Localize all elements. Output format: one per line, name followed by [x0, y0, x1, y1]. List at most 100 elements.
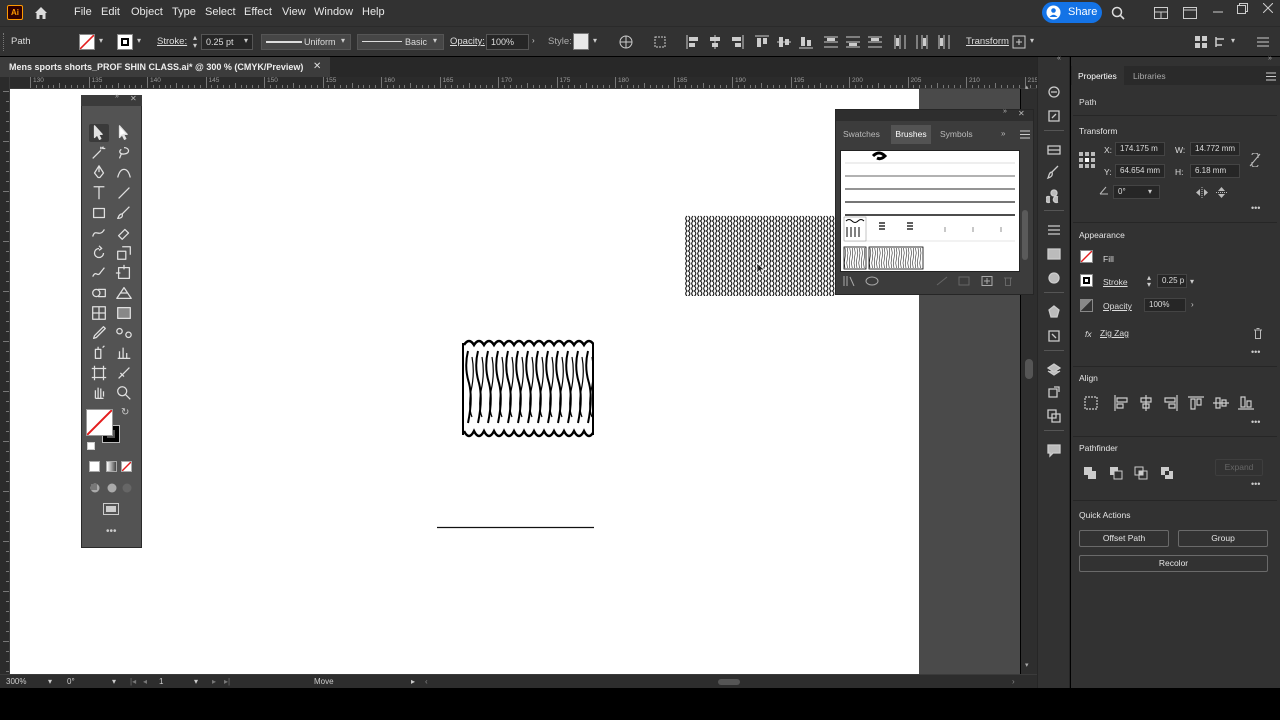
panel-options-icon[interactable] [1020, 130, 1030, 139]
rotation-dropdown-icon[interactable]: ▾ [112, 677, 116, 686]
transform-more-icon[interactable]: ••• [1251, 203, 1260, 213]
menu-window[interactable]: Window [314, 0, 353, 26]
scale-tool-icon[interactable] [114, 244, 134, 262]
scroll-thumb[interactable] [1025, 359, 1033, 379]
artboards-icon[interactable] [1046, 142, 1062, 158]
type-tool-icon[interactable] [89, 184, 109, 202]
menu-view[interactable]: View [282, 0, 306, 26]
prop-align-right-icon[interactable] [1163, 395, 1179, 411]
opacity-arrow-icon[interactable]: › [532, 36, 535, 45]
shape-builder-tool-icon[interactable] [89, 284, 109, 302]
gradient-mode-icon[interactable] [106, 461, 117, 472]
first-artboard-icon[interactable]: |◂ [130, 675, 136, 689]
tab-symbols[interactable]: Symbols [940, 125, 973, 144]
collapse-panel-icon[interactable]: » [1003, 108, 1007, 115]
profile-dropdown-icon[interactable]: ▾ [341, 36, 345, 45]
stroke-label[interactable]: Stroke: [157, 27, 187, 57]
distribute-right-icon[interactable] [937, 35, 951, 49]
gradient-panel-icon[interactable] [1046, 246, 1062, 262]
fill-color-box[interactable] [86, 409, 113, 436]
prop-align-vcenter-icon[interactable] [1213, 395, 1229, 411]
brush-definition[interactable]: Basic [357, 34, 444, 50]
share-button[interactable]: Share [1042, 2, 1102, 23]
vertical-ruler[interactable] [0, 77, 10, 682]
brush-tile-icon[interactable] [879, 222, 885, 230]
arrange-dropdown-icon[interactable]: ▾ [1231, 36, 1235, 45]
rib-pattern-swatch[interactable] [462, 337, 594, 443]
symbols-icon[interactable] [1046, 188, 1062, 204]
last-artboard-icon[interactable]: ▸| [224, 675, 230, 689]
artboards-panel-icon[interactable] [1046, 408, 1062, 424]
tab-libraries[interactable]: Libraries [1133, 71, 1166, 81]
close-tab-icon[interactable]: ✕ [313, 57, 321, 76]
props-collapse-icon[interactable]: » [1268, 55, 1272, 62]
constrain-proportions-icon[interactable] [1249, 153, 1261, 167]
h-field[interactable]: 6.18 mm [1190, 164, 1240, 178]
brushes-icon[interactable] [1046, 164, 1062, 180]
eyedropper-tool-icon[interactable] [89, 324, 109, 342]
free-transform-tool-icon[interactable] [114, 264, 134, 282]
exclude-icon[interactable] [1160, 466, 1174, 480]
appearance-more-icon[interactable]: ••• [1251, 347, 1260, 357]
align-center-icon[interactable] [708, 35, 722, 49]
menu-edit[interactable]: Edit [101, 0, 120, 26]
stroke-stepper-icon[interactable]: ▴ ▾ [193, 34, 197, 50]
brush-tile-icon[interactable] [907, 222, 913, 230]
rectangle-tool-icon[interactable] [89, 204, 109, 222]
line-segment-tool-icon[interactable] [114, 184, 134, 202]
hscroll-left-icon[interactable]: ‹ [425, 675, 428, 689]
hscroll-right-icon[interactable]: › [1012, 675, 1015, 689]
align-to-selection-icon[interactable] [653, 35, 667, 49]
tab-brushes[interactable]: Brushes [891, 125, 931, 144]
menu-file[interactable]: File [74, 0, 92, 26]
strip-collapse-icon[interactable]: « [1057, 55, 1061, 62]
links-icon[interactable] [1046, 328, 1062, 344]
comments-icon[interactable] [1046, 442, 1062, 458]
brush-scrollbar[interactable] [1020, 150, 1030, 272]
symbol-sprayer-tool-icon[interactable] [89, 344, 109, 362]
distribute-left-icon[interactable] [893, 35, 907, 49]
brush-libraries-icon[interactable] [843, 276, 855, 286]
layers-icon[interactable] [1046, 362, 1062, 378]
y-field[interactable]: 64.654 mm [1115, 164, 1165, 178]
fill-swatch[interactable] [79, 34, 95, 50]
opacity-link[interactable]: Opacity [1103, 301, 1132, 311]
recolor-artwork-icon[interactable] [619, 35, 633, 49]
stroke-weight-dropdown-icon[interactable]: ▾ [244, 36, 248, 45]
rotation-value[interactable]: 0° [67, 675, 75, 689]
stroke-weight-field[interactable]: 0.25 p [1157, 274, 1187, 288]
document-tab[interactable]: Mens sports shorts_PROF SHIN CLASS.ai* @… [0, 57, 330, 77]
arrange-documents-icon[interactable] [1154, 7, 1168, 19]
remove-brush-stroke-icon[interactable] [936, 276, 948, 286]
slice-tool-icon[interactable] [114, 364, 134, 382]
effect-zig-zag[interactable]: Zig Zag [1100, 328, 1129, 338]
eraser-tool-icon[interactable] [114, 224, 134, 242]
horizontal-ruler[interactable]: 130 135 140 145 150 155 160 165 170 175 180 185 190 1… [10, 77, 1079, 89]
w-field[interactable]: 14.772 mm [1190, 142, 1240, 156]
swap-fill-stroke-icon[interactable]: ↻ [121, 407, 129, 418]
distribute-bottom-icon[interactable] [868, 35, 882, 49]
workspace-icon[interactable] [1183, 7, 1197, 19]
menu-select[interactable]: Select [205, 0, 236, 26]
delete-effect-icon[interactable] [1253, 328, 1263, 339]
align-right-icon[interactable] [730, 35, 744, 49]
transform-options-icon[interactable] [1012, 35, 1026, 49]
stroke-weight-dropdown-icon[interactable]: ▾ [1190, 277, 1194, 286]
home-icon[interactable] [33, 5, 49, 21]
artboard-dropdown-icon[interactable]: ▾ [194, 677, 198, 686]
transform-dropdown-icon[interactable]: ▾ [1030, 36, 1034, 45]
brush-dropdown-icon[interactable]: ▾ [433, 36, 437, 45]
align-more-icon[interactable]: ••• [1251, 417, 1260, 427]
artboard-number[interactable]: 1 [159, 675, 163, 689]
align-bottom-icon[interactable] [799, 35, 813, 49]
align-top-icon[interactable] [755, 35, 769, 49]
close-tools-icon[interactable]: ✕ [130, 94, 137, 103]
stroke-link[interactable]: Stroke [1103, 277, 1128, 287]
distribute-center-icon[interactable] [846, 35, 860, 49]
rotate-tool-icon[interactable] [89, 244, 109, 262]
export-icon[interactable] [1046, 108, 1062, 124]
prop-align-bottom-icon[interactable] [1238, 395, 1254, 411]
blend-tool-icon[interactable] [114, 324, 134, 342]
artboard-tool-icon[interactable] [89, 364, 109, 382]
close-panel-icon[interactable]: ✕ [1018, 109, 1025, 118]
